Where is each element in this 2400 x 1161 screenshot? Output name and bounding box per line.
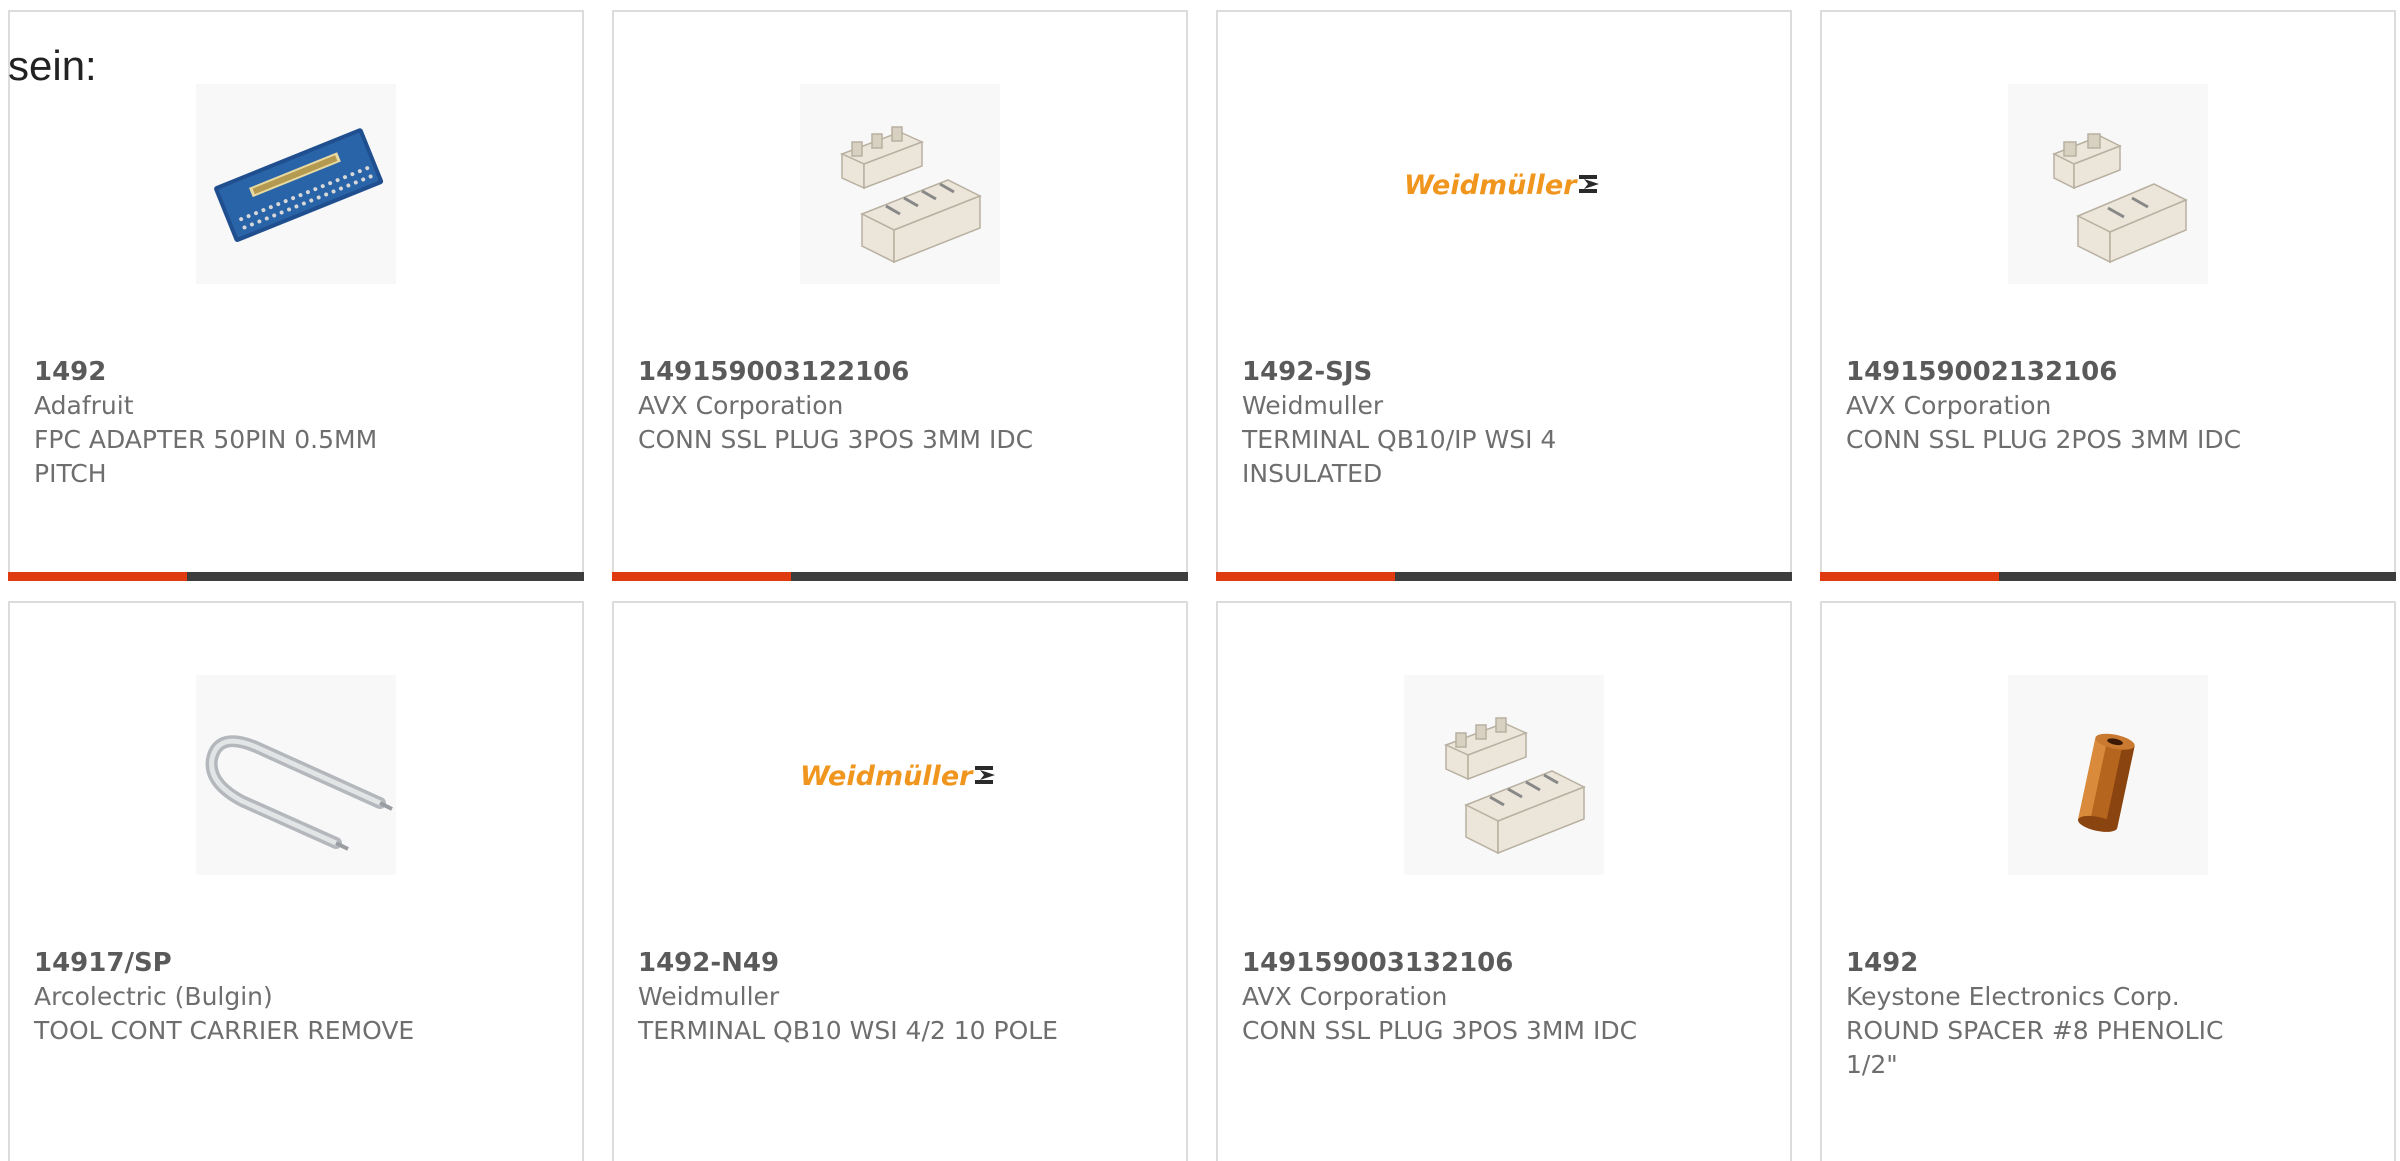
product-card[interactable]: 149159002132106 AVX Corporation CONN SSL…	[1820, 10, 2396, 581]
product-card[interactable]: Weidmüller 1492-N49 Weidmuller TERMINAL …	[612, 601, 1188, 1161]
manufacturer: AVX Corporation	[638, 391, 844, 420]
part-number-link[interactable]: 149159003132106	[1242, 948, 1513, 978]
manufacturer: Weidmuller	[638, 982, 780, 1011]
part-number-link[interactable]: 1492	[1846, 948, 1918, 978]
progress-bar	[8, 572, 584, 581]
logo-text: Weidmüller	[800, 761, 974, 792]
product-info: 1492-N49 Weidmuller TERMINAL QB10 WSI 4/…	[638, 946, 1126, 1048]
manufacturer: Keystone Electronics Corp.	[1846, 982, 2180, 1011]
progress-bar-fill	[612, 572, 791, 581]
progress-bar-fill	[8, 572, 187, 581]
weidmuller-logo-image: Weidmüller	[800, 761, 995, 792]
product-info: 149159003122106 AVX Corporation CONN SSL…	[638, 355, 1126, 457]
product-info: 1492-SJS Weidmuller TERMINAL QB10/IP WSI…	[1242, 355, 1730, 491]
progress-bar	[1216, 572, 1792, 581]
round-spacer-image	[2008, 675, 2208, 875]
part-number-link[interactable]: 149159002132106	[1846, 357, 2117, 387]
product-card[interactable]: Weidmüller 1492-SJS Weidmuller TERMINAL …	[1216, 10, 1792, 581]
intro-text: sein:	[8, 42, 97, 89]
manufacturer: AVX Corporation	[1846, 391, 2052, 420]
manufacturer: Adafruit	[34, 391, 134, 420]
description: TOOL CONT CARRIER REMOVE	[34, 1016, 415, 1045]
description: TERMINAL QB10/IP WSI 4 INSULATED	[1242, 425, 1557, 488]
manufacturer: Weidmuller	[1242, 391, 1384, 420]
manufacturer: AVX Corporation	[1242, 982, 1448, 1011]
description: ROUND SPACER #8 PHENOLIC 1/2"	[1846, 1016, 2224, 1079]
weidmuller-logo-image: Weidmüller	[1404, 170, 1599, 201]
product-card[interactable]: 1492 Adafruit FPC ADAPTER 50PIN 0.5MM PI…	[8, 10, 584, 581]
description: CONN SSL PLUG 2POS 3MM IDC	[1846, 425, 2242, 454]
description: FPC ADAPTER 50PIN 0.5MM PITCH	[34, 425, 378, 488]
part-number-link[interactable]: 1492-N49	[638, 948, 779, 978]
part-number-link[interactable]: 1492-SJS	[1242, 357, 1372, 387]
part-number-link[interactable]: 1492	[34, 357, 106, 387]
progress-bar	[612, 572, 1188, 581]
product-card[interactable]: 1492 Keystone Electronics Corp. ROUND SP…	[1820, 601, 2396, 1161]
fpc-adapter-board-image	[196, 84, 396, 284]
description: CONN SSL PLUG 3POS 3MM IDC	[638, 425, 1034, 454]
ssl-plug-connector-image	[800, 84, 1000, 284]
progress-bar-fill	[1820, 572, 1999, 581]
product-grid: sein: 1492 Adafruit FPC ADAPTER 50PIN 0.…	[0, 0, 2400, 1161]
ssl-plug-connector-2pos-image	[2008, 84, 2208, 284]
product-card[interactable]: 149159003132106 AVX Corporation CONN SSL…	[1216, 601, 1792, 1161]
manufacturer: Arcolectric (Bulgin)	[34, 982, 273, 1011]
product-info: 1492 Keystone Electronics Corp. ROUND SP…	[1846, 946, 2334, 1082]
product-card[interactable]: 14917/SP Arcolectric (Bulgin) TOOL CONT …	[8, 601, 584, 1161]
progress-bar-fill	[1216, 572, 1395, 581]
description: TERMINAL QB10 WSI 4/2 10 POLE	[638, 1016, 1058, 1045]
progress-bar	[1820, 572, 2396, 581]
logo-text: Weidmüller	[1404, 170, 1578, 201]
product-info: 14917/SP Arcolectric (Bulgin) TOOL CONT …	[34, 946, 522, 1048]
removal-tool-image	[196, 675, 396, 875]
part-number-link[interactable]: 149159003122106	[638, 357, 909, 387]
product-info: 149159002132106 AVX Corporation CONN SSL…	[1846, 355, 2334, 457]
part-number-link[interactable]: 14917/SP	[34, 948, 172, 978]
description: CONN SSL PLUG 3POS 3MM IDC	[1242, 1016, 1638, 1045]
ssl-plug-connector-image	[1404, 675, 1604, 875]
product-card[interactable]: 149159003122106 AVX Corporation CONN SSL…	[612, 10, 1188, 581]
product-info: 149159003132106 AVX Corporation CONN SSL…	[1242, 946, 1730, 1048]
product-info: 1492 Adafruit FPC ADAPTER 50PIN 0.5MM PI…	[34, 355, 522, 491]
